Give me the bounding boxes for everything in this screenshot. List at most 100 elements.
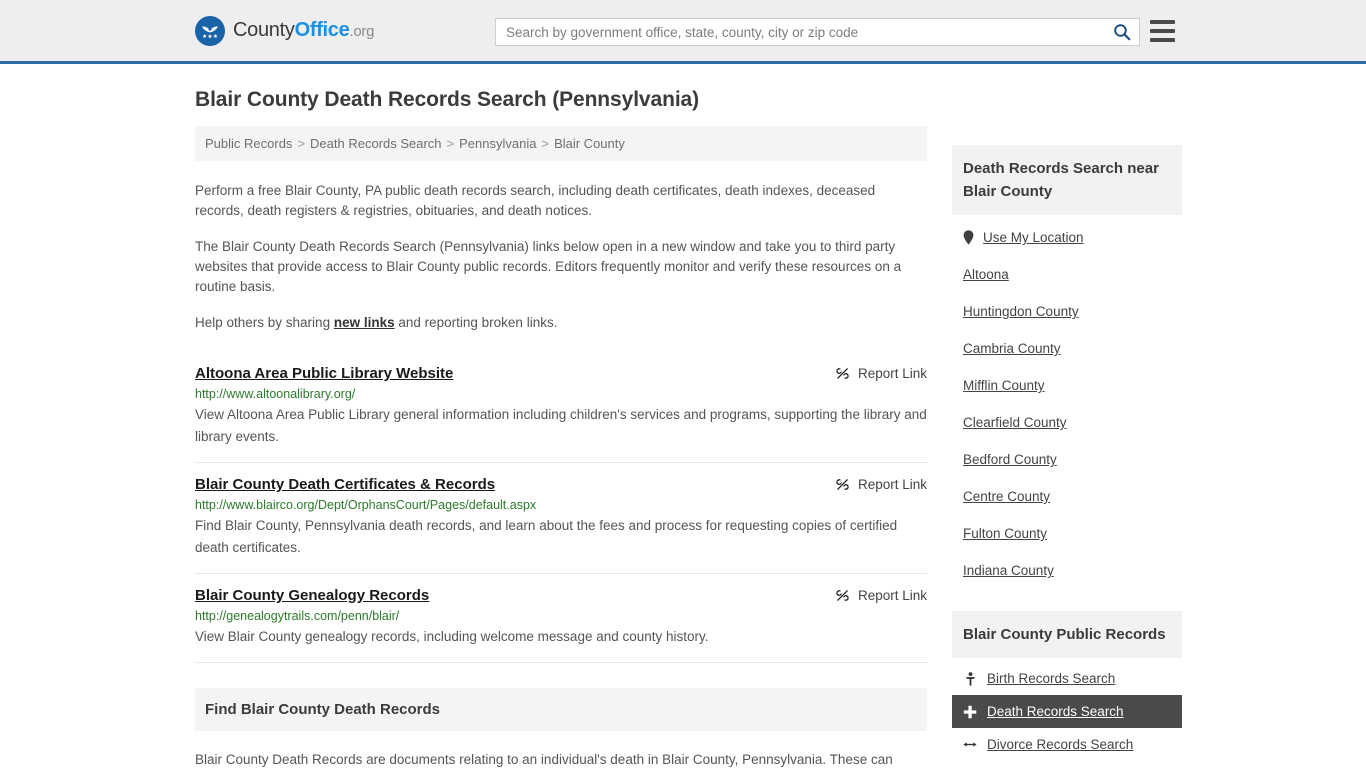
sidebar-item-fulton-county[interactable]: Fulton County <box>952 515 1182 552</box>
broken-link-icon <box>836 479 849 490</box>
intro-p3-before: Help others by sharing <box>195 315 334 330</box>
report-link-label: Report Link <box>857 477 927 492</box>
nearby-link[interactable]: Bedford County <box>963 452 1057 467</box>
nearby-search-panel: Death Records Search near Blair County U… <box>952 145 1182 589</box>
find-records-paragraph: Blair County Death Records are documents… <box>195 752 893 767</box>
site-header: CountyOffice.org <box>0 0 1366 64</box>
brand-part-org: .org <box>349 23 375 40</box>
brand-part-office: Office <box>294 19 350 41</box>
baby-icon <box>963 671 977 686</box>
sidebar: Death Records Search near Blair County U… <box>952 126 1182 768</box>
breadcrumb-item-death-records-search[interactable]: Death Records Search <box>310 136 442 151</box>
public-records-panel: Blair County Public Records Birth Record… <box>952 611 1182 768</box>
sidebar-item-death-records-search[interactable]: Death Records Search <box>952 695 1182 728</box>
search-input[interactable] <box>496 19 1105 45</box>
breadcrumb-item-pennsylvania[interactable]: Pennsylvania <box>459 136 536 151</box>
search-icon <box>1114 24 1131 41</box>
public-records-links: Birth Records Search Death Records Searc… <box>952 662 1182 768</box>
result-description: View Altoona Area Public Library general… <box>195 407 927 444</box>
report-link-label: Report Link <box>857 366 927 381</box>
breadcrumb-item-blair-county[interactable]: Blair County <box>554 136 625 151</box>
report-link-label: Report Link <box>857 588 927 603</box>
result-header: Altoona Area Public Library Website Repo… <box>195 365 927 382</box>
intro-text: Perform a free Blair County, PA public d… <box>195 181 927 333</box>
sidebar-item-centre-county[interactable]: Centre County <box>952 478 1182 515</box>
result-description: View Blair County genealogy records, inc… <box>195 629 709 644</box>
left-right-arrow-icon <box>963 739 977 750</box>
breadcrumb: Public Records > Death Records Search > Penn… <box>195 126 927 161</box>
cross-plus-icon <box>963 705 977 719</box>
intro-paragraph-2: The Blair County Death Records Search (P… <box>195 239 902 294</box>
results-list: Altoona Area Public Library Website Repo… <box>195 351 927 663</box>
nearby-link[interactable]: Indiana County <box>963 563 1054 578</box>
report-link-button[interactable]: Report Link <box>835 587 927 603</box>
result-url[interactable]: http://genealogytrails.com/penn/blair/ <box>195 609 927 623</box>
broken-link-icon <box>836 590 849 601</box>
intro-paragraph-3: Help others by sharing new links and rep… <box>195 313 927 333</box>
divorce-records-search-link[interactable]: Divorce Records Search <box>987 737 1133 752</box>
sidebar-item-huntingdon-county[interactable]: Huntingdon County <box>952 293 1182 330</box>
sidebar-item-bedford-county[interactable]: Bedford County <box>952 441 1182 478</box>
use-my-location-link[interactable]: Use My Location <box>983 230 1084 245</box>
use-my-location-item[interactable]: Use My Location <box>952 219 1182 256</box>
breadcrumb-separator-1: > <box>297 136 306 151</box>
search-bar[interactable] <box>495 18 1140 46</box>
hamburger-bar-1 <box>1150 20 1175 24</box>
result-url[interactable]: http://www.altoonalibrary.org/ <box>195 387 927 401</box>
new-links-link[interactable]: new links <box>334 315 395 330</box>
sidebar-item-cambria-county[interactable]: Cambria County <box>952 330 1182 367</box>
search-button[interactable] <box>1105 19 1139 45</box>
nearby-link[interactable]: Cambria County <box>963 341 1061 356</box>
brand-wordmark: CountyOffice.org <box>233 19 374 42</box>
nearby-link[interactable]: Fulton County <box>963 526 1047 541</box>
eagle-shield-logo-icon <box>195 15 225 46</box>
sidebar-item-mifflin-county[interactable]: Mifflin County <box>952 367 1182 404</box>
sidebar-item-altoona[interactable]: Altoona <box>952 256 1182 293</box>
breadcrumb-item-public-records[interactable]: Public Records <box>205 136 292 151</box>
nearby-link[interactable]: Altoona <box>963 267 1009 282</box>
result-item: Blair County Death Certificates & Record… <box>195 463 927 574</box>
result-title-link[interactable]: Altoona Area Public Library Website <box>195 365 453 382</box>
nearby-search-links: Use My Location Altoona Huntingdon Count… <box>952 215 1182 589</box>
intro-paragraph-1: Perform a free Blair County, PA public d… <box>195 183 876 218</box>
sidebar-item-clearfield-county[interactable]: Clearfield County <box>952 404 1182 441</box>
sidebar-item-birth-records-search[interactable]: Birth Records Search <box>952 662 1182 695</box>
site-logo-link[interactable]: CountyOffice.org <box>195 15 374 46</box>
report-link-button[interactable]: Report Link <box>835 476 927 492</box>
find-records-body: Blair County Death Records are documents… <box>195 749 927 768</box>
result-url[interactable]: http://www.blairco.org/Dept/OrphansCourt… <box>195 498 927 512</box>
result-item: Altoona Area Public Library Website Repo… <box>195 351 927 463</box>
nearby-link[interactable]: Clearfield County <box>963 415 1067 430</box>
brand-part-county: County <box>233 19 295 41</box>
breadcrumb-separator-3: > <box>541 136 550 151</box>
content-row: Public Records > Death Records Search > Penn… <box>195 126 1182 768</box>
map-pin-icon <box>963 230 974 245</box>
sidebar-item-indiana-county[interactable]: Indiana County <box>952 552 1182 589</box>
sidebar-item-genealogy-search[interactable]: ? Genealogy Search <box>952 761 1182 768</box>
nearby-link[interactable]: Huntingdon County <box>963 304 1079 319</box>
result-description: Find Blair County, Pennsylvania death re… <box>195 518 898 555</box>
result-title-link[interactable]: Blair County Genealogy Records <box>195 587 429 604</box>
breadcrumb-separator-2: > <box>446 136 455 151</box>
page-container: Blair County Death Records Search (Penns… <box>0 88 1366 768</box>
death-records-search-link[interactable]: Death Records Search <box>987 704 1124 719</box>
broken-link-icon <box>836 368 849 379</box>
result-item: Blair County Genealogy Records Report Li… <box>195 574 927 663</box>
birth-records-search-link[interactable]: Birth Records Search <box>987 671 1115 686</box>
public-records-heading: Blair County Public Records <box>952 611 1182 658</box>
nearby-link[interactable]: Mifflin County <box>963 378 1045 393</box>
result-title-link[interactable]: Blair County Death Certificates & Record… <box>195 476 495 493</box>
page-title: Blair County Death Records Search (Penns… <box>195 88 700 111</box>
find-records-heading: Find Blair County Death Records <box>195 688 927 731</box>
hamburger-bar-2 <box>1150 29 1175 33</box>
sidebar-item-divorce-records-search[interactable]: Divorce Records Search <box>952 728 1182 761</box>
nearby-link[interactable]: Centre County <box>963 489 1050 504</box>
result-header: Blair County Genealogy Records Report Li… <box>195 587 927 604</box>
find-records-section: Find Blair County Death Records Blair Co… <box>195 688 927 768</box>
nearby-search-heading: Death Records Search near Blair County <box>952 145 1182 215</box>
report-link-button[interactable]: Report Link <box>835 365 927 381</box>
intro-p3-after: and reporting broken links. <box>394 315 558 330</box>
hamburger-menu-icon[interactable] <box>1150 20 1175 42</box>
hamburger-bar-3 <box>1150 38 1175 42</box>
